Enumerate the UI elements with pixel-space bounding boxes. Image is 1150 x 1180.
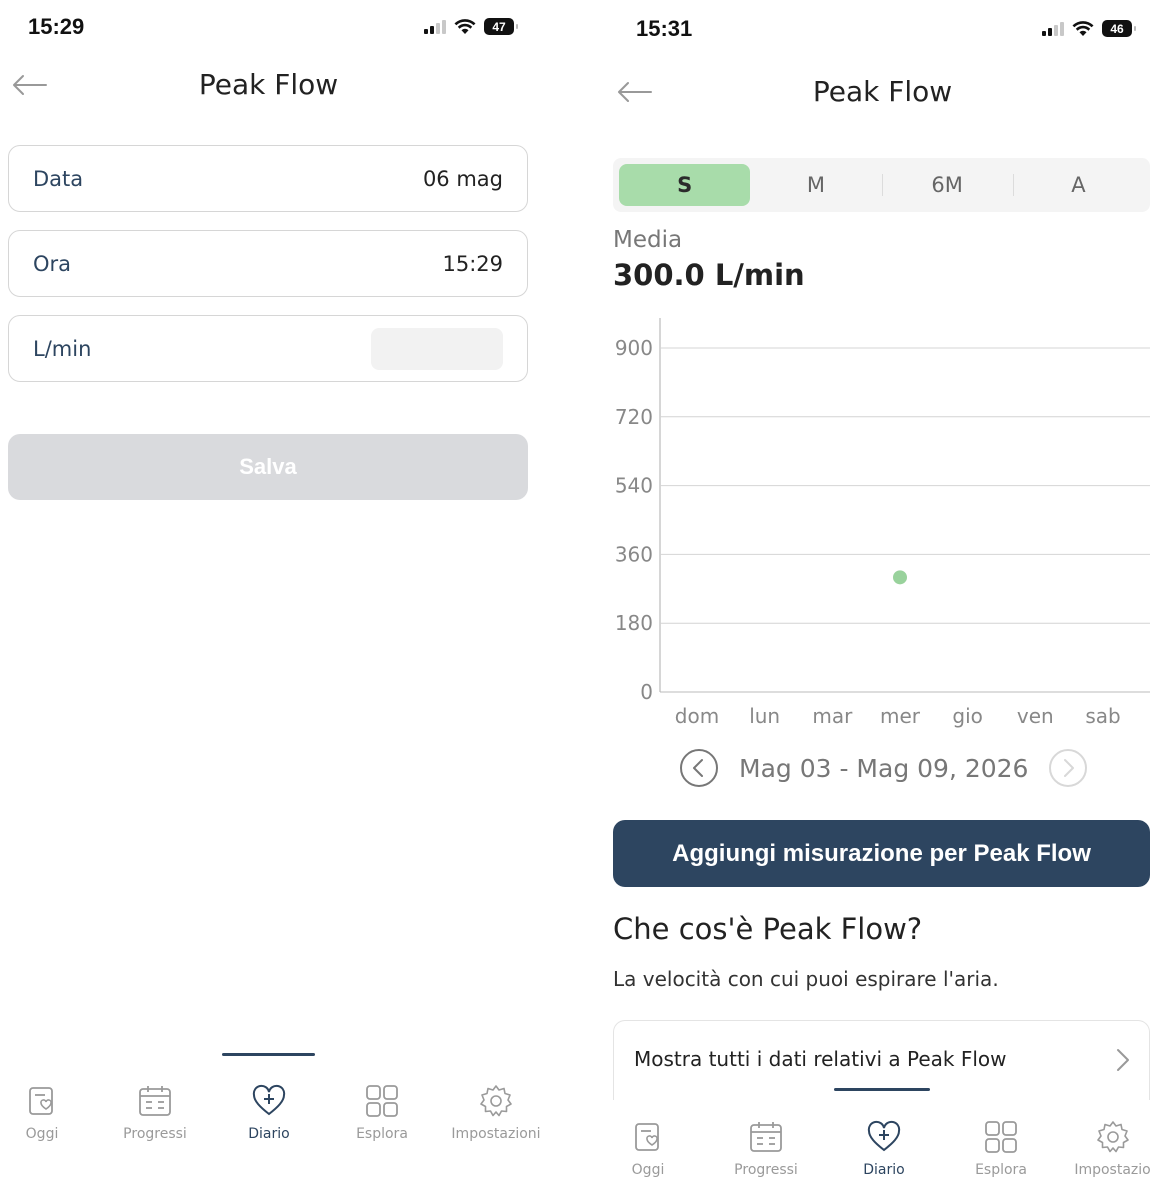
date-field[interactable]: Data 06 mag xyxy=(8,145,528,212)
segment-year[interactable]: A xyxy=(1012,164,1144,206)
tab-impostazioni[interactable]: Impostazioni xyxy=(451,1084,540,1142)
chevron-right-icon xyxy=(1117,1049,1129,1071)
week-navigator: Mag 03 - Mag 09, 2026 xyxy=(679,748,1088,788)
chevron-left-icon[interactable] xyxy=(679,748,719,788)
time-field[interactable]: Ora 15:29 xyxy=(8,230,528,297)
tab-label: Progressi xyxy=(123,1126,187,1142)
gear-icon xyxy=(1096,1121,1129,1153)
wifi-icon xyxy=(454,19,476,34)
tab-oggi[interactable]: Oggi xyxy=(605,1120,691,1180)
today-icon xyxy=(29,1087,53,1115)
tab-label: Oggi xyxy=(25,1126,59,1142)
y-tick-label: 360 xyxy=(615,542,653,566)
tab-label: Impostazioni xyxy=(451,1126,540,1142)
x-tick-label: sab xyxy=(1085,704,1120,728)
chevron-right-icon[interactable] xyxy=(1048,748,1088,788)
show-all-label: Mostra tutti i dati relativi a Peak Flow xyxy=(634,1047,1007,1071)
tab-label: Diario xyxy=(863,1162,905,1178)
status-icons: 46 xyxy=(1042,20,1136,37)
lmin-input[interactable] xyxy=(371,327,503,370)
x-tick-label: dom xyxy=(675,704,719,728)
heart-plus-icon xyxy=(252,1084,286,1116)
info-title: Che cos'è Peak Flow? xyxy=(613,912,923,946)
tab-bar: Oggi Progressi Diario Esplora Impostazio… xyxy=(0,1084,540,1142)
battery-icon: 47 xyxy=(484,18,518,35)
time-label: Ora xyxy=(33,251,72,276)
calendar-icon xyxy=(139,1086,171,1116)
add-measurement-button[interactable]: Aggiungi misurazione per Peak Flow xyxy=(613,820,1150,887)
page-title: Peak Flow xyxy=(812,75,953,108)
signal-icon xyxy=(424,19,446,34)
calendar-icon xyxy=(750,1122,782,1152)
x-tick-label: lun xyxy=(749,704,780,728)
heart-plus-icon xyxy=(867,1120,901,1152)
y-tick-label: 900 xyxy=(615,336,653,360)
segment-week[interactable]: S xyxy=(619,164,751,206)
grid-icon xyxy=(366,1085,398,1117)
tab-label: Esplora xyxy=(356,1126,408,1142)
y-tick-label: 720 xyxy=(615,405,653,429)
status-time: 15:31 xyxy=(636,16,693,41)
tab-diario[interactable]: Diario xyxy=(226,1084,312,1142)
tab-label: Oggi xyxy=(631,1162,665,1178)
page-title: Peak Flow xyxy=(198,68,339,101)
x-tick-label: mer xyxy=(880,704,921,728)
y-tick-label: 540 xyxy=(615,474,653,498)
save-button[interactable]: Salva xyxy=(8,434,528,500)
tab-label: Progressi xyxy=(734,1162,798,1178)
segment-6-months[interactable]: 6M xyxy=(881,164,1013,206)
info-description: La velocità con cui puoi espirare l'aria… xyxy=(613,967,999,991)
tab-label: Impostazio xyxy=(1075,1162,1150,1178)
tab-label: Esplora xyxy=(975,1162,1027,1178)
tab-label: Diario xyxy=(248,1126,290,1142)
tab-impostazioni[interactable]: Impostazio xyxy=(1075,1120,1150,1180)
tab-esplora[interactable]: Esplora xyxy=(927,1120,1075,1180)
x-tick-label: gio xyxy=(952,704,983,728)
lmin-label: L/min xyxy=(33,336,92,361)
right-screen: 15:31 46 Peak Flow S M 6M A Media 300.0 … xyxy=(605,0,1150,1180)
tab-esplora[interactable]: Esplora xyxy=(312,1084,452,1142)
tab-progressi[interactable]: Progressi xyxy=(84,1084,226,1142)
active-tab-indicator xyxy=(834,1088,930,1091)
tab-bar: Oggi Progressi Diario Esplora Impostazio xyxy=(605,1120,1150,1180)
y-tick-label: 0 xyxy=(640,680,653,704)
signal-icon xyxy=(1042,21,1064,36)
date-label: Data xyxy=(33,166,84,191)
tab-progressi[interactable]: Progressi xyxy=(691,1120,841,1180)
x-tick-label: mar xyxy=(812,704,853,728)
active-tab-indicator xyxy=(222,1053,315,1056)
period-segmented-control: S M 6M A xyxy=(613,158,1150,212)
grid-icon xyxy=(985,1121,1017,1153)
time-value[interactable]: 15:29 xyxy=(442,252,503,276)
wifi-icon xyxy=(1072,21,1094,36)
average-value: 300.0 L/min xyxy=(613,258,805,292)
gear-icon xyxy=(480,1085,512,1117)
data-point xyxy=(893,570,907,585)
y-tick-label: 180 xyxy=(615,611,653,635)
average-label: Media xyxy=(613,227,683,253)
peak-flow-chart: 0 180 360 540 720 900 dom lun mar mer gio ven sab xyxy=(615,318,1150,728)
segment-month[interactable]: M xyxy=(750,164,881,206)
status-icons: 47 xyxy=(424,18,518,35)
status-time: 15:29 xyxy=(28,14,85,39)
today-icon xyxy=(635,1123,659,1151)
date-value[interactable]: 06 mag xyxy=(423,167,503,191)
lmin-field[interactable]: L/min xyxy=(8,315,528,382)
week-range-label: Mag 03 - Mag 09, 2026 xyxy=(739,753,1029,783)
tab-oggi[interactable]: Oggi xyxy=(0,1084,84,1142)
tab-diario[interactable]: Diario xyxy=(841,1120,927,1180)
battery-icon: 46 xyxy=(1102,20,1136,37)
x-tick-label: ven xyxy=(1017,704,1054,728)
left-screen: 15:29 47 Peak Flow Data 06 mag Ora 15:29… xyxy=(0,0,540,1180)
